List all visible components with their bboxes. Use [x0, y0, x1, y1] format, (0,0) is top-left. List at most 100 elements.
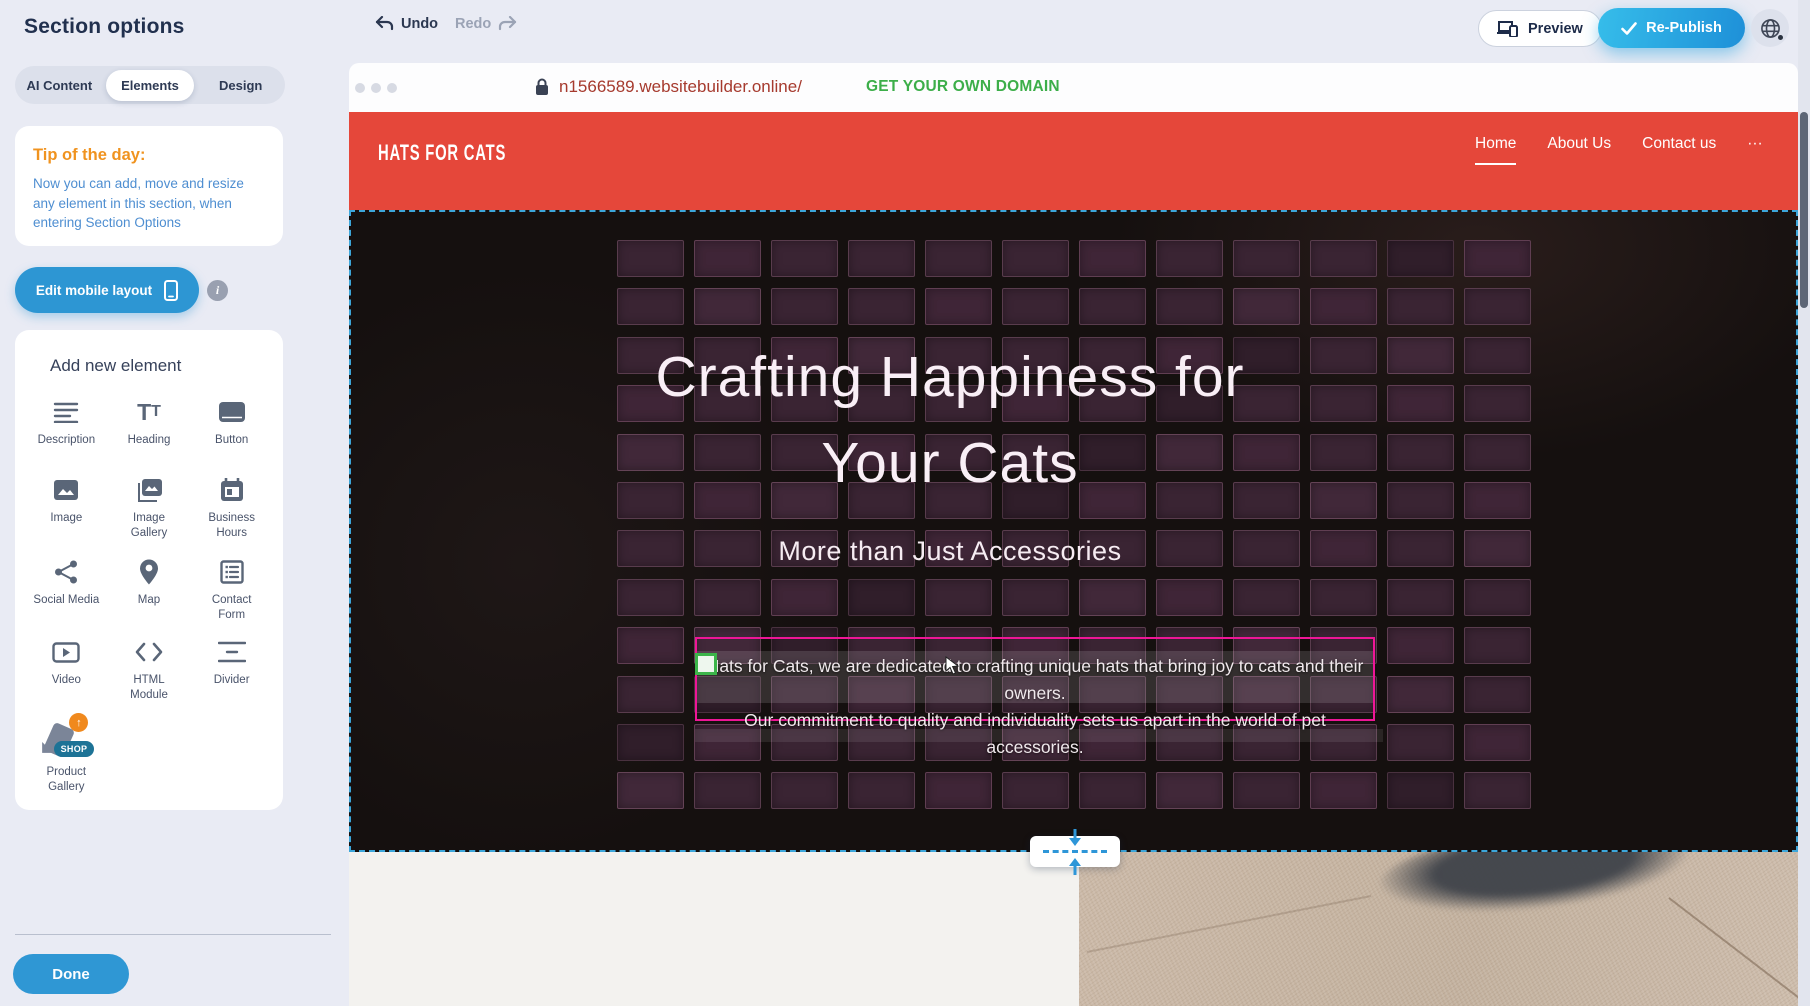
element-business-hours[interactable]: Business Hours: [190, 476, 273, 558]
tile-grout-lines: [1079, 852, 1798, 1006]
hero-tile: [1387, 627, 1454, 664]
hero-tile: [617, 676, 684, 713]
hero-tile: [1233, 579, 1300, 616]
site-logo[interactable]: HATS FOR CATS: [378, 141, 506, 166]
hero-heading[interactable]: Crafting Happiness for Your Cats: [349, 334, 1551, 506]
hero-tile: [1156, 772, 1223, 809]
element-map[interactable]: Map: [108, 558, 191, 638]
undo-icon: [374, 16, 394, 32]
language-globe-button[interactable]: [1751, 9, 1789, 47]
hero-tile: [1079, 240, 1146, 277]
tip-of-the-day-card: Tip of the day: Now you can add, move an…: [15, 126, 283, 246]
check-icon: [1621, 22, 1637, 35]
hero-tile: [925, 288, 992, 325]
hero-tile: [1464, 772, 1531, 809]
mouse-cursor-icon: [945, 656, 960, 676]
element-video[interactable]: Video: [25, 638, 108, 716]
element-image[interactable]: Image: [25, 476, 108, 558]
hero-subheading[interactable]: More than Just Accessories: [349, 536, 1551, 567]
hero-tile: [617, 772, 684, 809]
hero-tile: [1464, 676, 1531, 713]
element-button[interactable]: Button: [190, 398, 273, 476]
hero-tile: [694, 240, 761, 277]
hero-tile: [1310, 288, 1377, 325]
divider-icon: [218, 638, 246, 666]
scrollbar-thumb[interactable]: [1800, 112, 1808, 308]
preview-label: Preview: [1528, 21, 1583, 37]
tab-design[interactable]: Design: [196, 69, 285, 102]
element-html-module[interactable]: HTML Module: [108, 638, 191, 716]
hero-tile: [1387, 772, 1454, 809]
tab-ai-content[interactable]: AI Content: [15, 69, 104, 102]
page-title: Section options: [24, 15, 185, 39]
element-hover-band: [695, 729, 1383, 742]
nav-more-icon[interactable]: ···: [1747, 135, 1763, 165]
video-icon: [52, 638, 80, 666]
contact-form-icon: [220, 558, 244, 586]
description-icon: [53, 398, 79, 426]
republish-label: Re-Publish: [1646, 20, 1722, 36]
next-section-preview[interactable]: [349, 852, 1798, 1006]
tile-floor-image: [1079, 852, 1798, 1006]
redo-icon: [498, 16, 518, 32]
tip-body: Now you can add, move and resize any ele…: [33, 174, 265, 233]
hero-tile: [925, 772, 992, 809]
hero-section[interactable]: Crafting Happiness for Your Cats More th…: [349, 210, 1798, 852]
hero-tile: [1002, 288, 1069, 325]
edit-mobile-layout-button[interactable]: Edit mobile layout: [15, 267, 199, 313]
redo-button[interactable]: Redo: [455, 16, 518, 32]
hero-tile: [771, 579, 838, 616]
get-domain-link[interactable]: GET YOUR OWN DOMAIN: [866, 78, 1060, 96]
image-gallery-icon: [135, 476, 163, 504]
hero-tile: [1387, 724, 1454, 761]
done-button[interactable]: Done: [13, 954, 129, 994]
preview-button[interactable]: Preview: [1478, 10, 1602, 47]
selected-text-element[interactable]: Hats for Cats, we are dedicated to craft…: [695, 637, 1375, 721]
image-icon: [53, 476, 79, 504]
element-contact-form[interactable]: Contact Form: [190, 558, 273, 638]
business-hours-icon: [220, 476, 244, 504]
hero-tile: [1233, 772, 1300, 809]
map-icon: [139, 558, 159, 586]
hero-tile: [1079, 579, 1146, 616]
undo-button[interactable]: Undo: [374, 16, 438, 32]
section-resize-widget[interactable]: [1030, 836, 1120, 867]
redo-label: Redo: [455, 16, 491, 32]
hero-tile: [1310, 579, 1377, 616]
tab-elements[interactable]: Elements: [106, 70, 195, 101]
resize-handle-left[interactable]: [695, 653, 717, 675]
element-image-gallery[interactable]: Image Gallery: [108, 476, 191, 558]
hero-tile: [1387, 579, 1454, 616]
element-heading[interactable]: TT Heading: [108, 398, 191, 476]
hero-tile: [848, 240, 915, 277]
element-social-media[interactable]: Social Media: [25, 558, 108, 638]
site-nav: Home About Us Contact us ···: [1475, 135, 1763, 165]
hero-tile: [1464, 240, 1531, 277]
hero-tile: [771, 240, 838, 277]
element-description[interactable]: Description: [25, 398, 108, 476]
sidebar-divider: [15, 934, 331, 935]
resize-arrows-icon: [1066, 829, 1084, 875]
hero-tile: [1079, 288, 1146, 325]
hero-tile: [617, 627, 684, 664]
hero-tile: [1464, 724, 1531, 761]
nav-about-us[interactable]: About Us: [1547, 135, 1611, 165]
hero-tile: [617, 579, 684, 616]
hero-tile: [848, 288, 915, 325]
nav-home[interactable]: Home: [1475, 135, 1516, 165]
republish-button[interactable]: Re-Publish: [1598, 8, 1745, 48]
element-product-gallery[interactable]: ◣ ↑ SHOP Product Gallery: [25, 716, 108, 795]
hero-tile: [1002, 240, 1069, 277]
shop-badge: SHOP: [54, 741, 95, 757]
site-url[interactable]: n1566589.websitebuilder.online/: [559, 77, 802, 97]
hero-tile: [1002, 579, 1069, 616]
hero-tile: [617, 288, 684, 325]
element-grid: Description TT Heading Button Image: [25, 398, 273, 795]
element-divider[interactable]: Divider: [190, 638, 273, 716]
product-gallery-icon: ◣ ↑ SHOP: [44, 716, 88, 758]
heading-icon: TT: [137, 398, 161, 426]
info-icon[interactable]: i: [207, 280, 228, 301]
hero-tile: [617, 724, 684, 761]
hero-tile: [694, 288, 761, 325]
nav-contact-us[interactable]: Contact us: [1642, 135, 1716, 165]
